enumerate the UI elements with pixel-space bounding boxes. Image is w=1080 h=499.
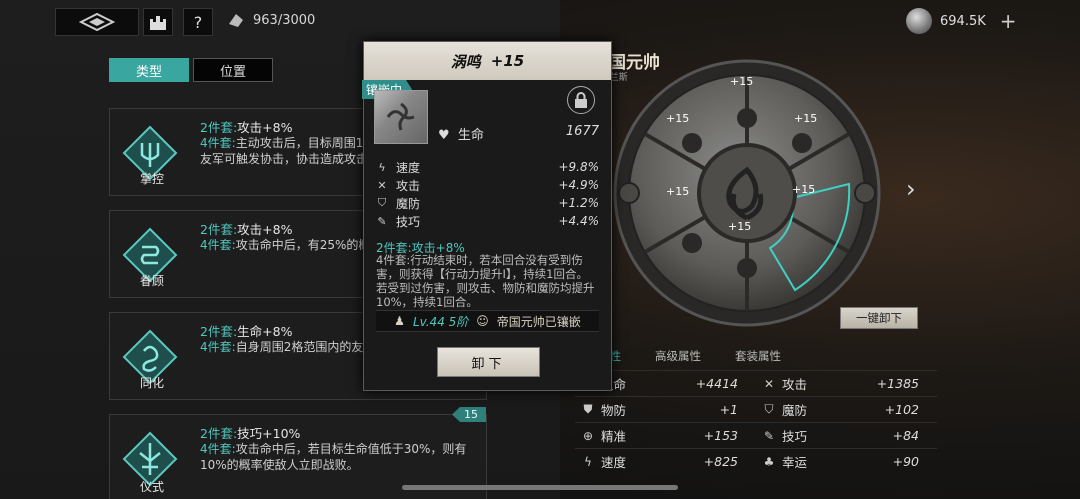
skill-icon: ✎ [377, 214, 387, 228]
attribute-row: ⛊ 物防 +1 ⛉ 魔防 +102 [575, 396, 937, 422]
set-two-piece: 2件套:攻击+8% [200, 222, 293, 237]
sub-stat-row: ⛉ 魔防 +1.2% [377, 196, 599, 211]
lock-icon[interactable] [567, 86, 595, 114]
attribute-row: ϟ 速度 +825 ♣ 幸运 +90 [575, 448, 937, 474]
shield-icon: ⛊ [583, 402, 593, 416]
tab-position[interactable]: 位置 [193, 58, 273, 82]
sub-stat-row: ✕ 攻击 +4.9% [377, 178, 599, 193]
back-button[interactable] [55, 8, 139, 36]
home-indicator[interactable] [402, 485, 678, 490]
attribute-attack: ✕ 攻击 +1385 [756, 374, 937, 393]
set-four-piece: 4件套:攻击命中后，若目标生命值低于30%，则有 10%的概率使敌人立即战败。 [200, 442, 467, 472]
slot-level-4: +15 [666, 185, 689, 198]
rune-level: +15 [490, 52, 525, 70]
set-name: 掌控 [139, 172, 164, 186]
set-two-piece: 2件套:生命+8% [200, 324, 293, 339]
set-name: 仪式 [139, 480, 164, 494]
set-two-piece: 2件套:技巧+10% [200, 426, 301, 441]
equipped-by-bar: ♟ Lv.44 5阶 ☺ 帝国元帅已镶嵌 [376, 310, 599, 332]
slot-level-1: +15 [730, 75, 753, 88]
coin-counter: 694.5K + [906, 8, 1017, 34]
rune-stone-counter: 963/3000 [227, 12, 315, 28]
attribute-luck: ♣ 幸运 +90 [756, 452, 937, 471]
main-stat-label: 生命 [457, 128, 484, 143]
rune-stone-icon [229, 14, 243, 27]
top-bar: ? 963/3000 694.5K + [0, 0, 1080, 42]
swords-icon: ✕ [377, 178, 387, 192]
attribute-accuracy: ⊕ 精准 +153 [575, 426, 756, 445]
rank-icon: ♟ [394, 314, 405, 328]
lightning-icon: ϟ [378, 160, 386, 174]
back-emblem-icon [78, 12, 116, 32]
rune-detail-panel: 涡鸣 +15 镶嵌中 ♥ 生命 1677 ϟ速度+9.8% ✕攻击+4.9% ⛉… [362, 41, 612, 391]
slot-level-3: +15 [794, 112, 817, 125]
main-stat-value: 1677 [565, 124, 599, 139]
sub-stat-row: ✎ 技巧 +4.4% [377, 214, 599, 229]
attribute-magic-def: ⛉ 魔防 +102 [756, 400, 937, 419]
crosshair-icon: ⊕ [582, 428, 594, 443]
magic-shield-icon: ⛉ [377, 196, 387, 209]
castle-icon[interactable] [143, 8, 173, 36]
tab-type[interactable]: 类型 [109, 58, 189, 82]
slot-level-6: +15 [728, 220, 751, 233]
help-label: ? [193, 12, 203, 32]
sub-stats: ϟ 速度 +9.8% ✕ 攻击 +4.9% ⛉ 魔防 +1.2% ✎ 技巧 +4.4% [376, 158, 599, 230]
clover-icon: ♣ [763, 454, 775, 469]
heart-icon: ♥ [438, 128, 450, 143]
owner-text: 帝国元帅已镶嵌 [496, 314, 581, 329]
vortex-rune-icon [386, 102, 415, 131]
set-two-piece: 2件套:攻击+8% [200, 120, 293, 135]
main-stat: ♥ 生命 1677 [438, 124, 599, 143]
unequip-all-button[interactable]: 一键卸下 [840, 307, 918, 329]
magic-shield-icon: ⛉ [764, 402, 774, 416]
next-hero-chevron-icon[interactable]: › [906, 175, 916, 203]
attribute-row: ♥生命+4414 ✕攻击+1385 [575, 370, 937, 396]
owner-avatar: ☺ [476, 314, 489, 328]
add-coin-button[interactable]: + [1000, 9, 1017, 33]
coin-amount: 694.5K [940, 13, 986, 29]
unequip-button[interactable]: 卸下 [437, 347, 540, 377]
lightning-icon: ϟ [584, 454, 592, 469]
tab-set-attributes[interactable]: 套装属性 [735, 348, 781, 364]
owner-level: Lv.44 5阶 [412, 314, 469, 329]
attribute-phys-def: ⛊ 物防 +1 [575, 400, 756, 419]
rune-name: 涡鸣 [450, 52, 481, 71]
rune-title-bar: 涡鸣 +15 [364, 42, 611, 80]
attribute-grid: ♥生命+4414 ✕攻击+1385 ⛊物防+1 ⛉魔防+102 ⊕精准+153 … [575, 370, 937, 474]
set-name: 眷顾 [139, 274, 164, 288]
slot-level-2: +15 [666, 112, 689, 125]
attribute-skill: ✎ 技巧 +84 [756, 426, 937, 445]
attribute-speed: ϟ 速度 +825 [575, 452, 756, 471]
stone-count-value: 963/3000 [253, 12, 316, 28]
sub-stat-row: ϟ 速度 +9.8% [376, 158, 599, 176]
slot-level-5: +15 [792, 183, 815, 196]
skill-icon: ✎ [763, 428, 775, 443]
set-four-piece-bonus: 4件套:行动结束时，若本回合没有受到伤害，则获得【行动力提升Ⅰ】，持续1回合。若… [376, 253, 595, 309]
rune-disk: +15 +15 +15 +15 +15 +15 [613, 59, 881, 327]
tab-advanced-attributes[interactable]: 高级属性 [655, 348, 701, 364]
swords-icon: ✕ [763, 376, 775, 391]
set-name: 同化 [139, 376, 164, 390]
rune-thumbnail [374, 90, 428, 144]
coin-icon [906, 8, 932, 34]
help-button[interactable]: ? [183, 8, 213, 36]
attribute-row: ⊕ 精准 +153 ✎ 技巧 +84 [575, 422, 937, 448]
